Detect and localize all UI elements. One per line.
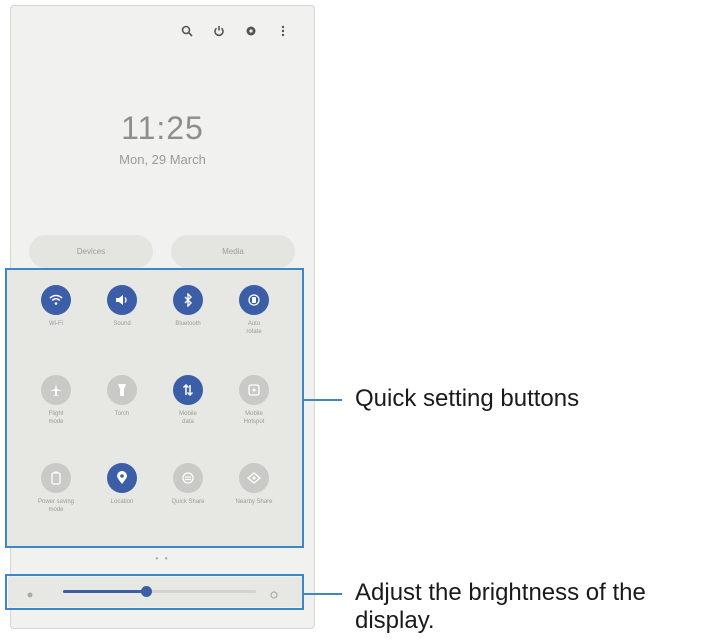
power-saving-icon xyxy=(41,463,71,493)
brightness-callout-line1: Adjust the brightness of the xyxy=(355,579,646,606)
search-icon[interactable] xyxy=(180,24,194,38)
quick-setting-torch[interactable]: Torch xyxy=(92,375,152,418)
mobile-data-icon xyxy=(173,375,203,405)
quick-setting-quick-share[interactable]: Quick Share xyxy=(158,463,218,506)
quick-setting-label: Location xyxy=(110,499,134,505)
torch-icon xyxy=(107,375,137,405)
quick-setting-label: Nearby Share xyxy=(235,499,273,505)
brightness-fill xyxy=(63,590,146,593)
wifi-icon xyxy=(41,285,71,315)
quick-setting-label: Sound xyxy=(113,321,131,327)
flight-mode-icon xyxy=(41,375,71,405)
quick-setting-label: Quick Share xyxy=(171,499,205,505)
quick-setting-auto-rotate[interactable]: Auto rotate xyxy=(224,285,284,336)
quick-setting-wifi[interactable]: Wi-Fi xyxy=(26,285,86,328)
nearby-share-icon xyxy=(239,463,269,493)
mobile-hotspot-icon xyxy=(239,375,269,405)
quick-setting-nearby-share[interactable]: Nearby Share xyxy=(224,463,284,506)
quick-setting-mobile-data[interactable]: Mobile data xyxy=(158,375,218,426)
clock-date: Mon, 29 March xyxy=(119,152,206,167)
clock-time: 11:25 xyxy=(121,110,204,146)
quick-setting-label: Torch xyxy=(114,411,130,417)
brightness-slider[interactable] xyxy=(63,586,256,597)
quick-setting-location[interactable]: Location xyxy=(92,463,152,506)
brightness-high-icon xyxy=(269,587,279,599)
settings-icon[interactable] xyxy=(244,24,258,38)
quick-settings-callout-line xyxy=(304,399,342,401)
brightness-thumb[interactable] xyxy=(140,586,152,597)
media-button[interactable]: Media xyxy=(171,235,295,268)
quick-setting-label: Power saving mode xyxy=(37,499,75,513)
quick-share-icon xyxy=(173,463,203,493)
location-icon xyxy=(107,463,137,493)
more-options-icon[interactable] xyxy=(276,24,290,38)
quick-setting-label: Bluetooth xyxy=(175,321,201,327)
quick-setting-bluetooth[interactable]: Bluetooth xyxy=(158,285,218,328)
brightness-callout-line2: display. xyxy=(355,607,435,634)
quick-setting-power-saving[interactable]: Power saving mode xyxy=(26,463,86,514)
power-icon[interactable] xyxy=(212,24,226,38)
bluetooth-icon xyxy=(173,285,203,315)
quick-setting-label: Mobile Hotspot xyxy=(243,411,265,425)
quick-setting-sound[interactable]: Sound xyxy=(92,285,152,328)
top-toolbar xyxy=(180,24,290,38)
brightness-callout-line xyxy=(304,593,342,595)
brightness-low-icon xyxy=(25,587,35,598)
quick-setting-label: Flight mode xyxy=(48,411,64,425)
page-indicator: ● ● xyxy=(155,556,170,562)
sound-icon xyxy=(107,285,137,315)
quick-setting-flight-mode[interactable]: Flight mode xyxy=(26,375,86,426)
quick-setting-mobile-hotspot[interactable]: Mobile Hotspot xyxy=(224,375,284,426)
quick-settings-callout: Quick setting buttons xyxy=(355,385,580,412)
quick-setting-label: Mobile data xyxy=(179,411,197,425)
quick-setting-label: Auto rotate xyxy=(246,321,262,335)
quick-setting-label: Wi-Fi xyxy=(49,321,63,327)
devices-button[interactable]: Devices xyxy=(29,235,153,268)
auto-rotate-icon xyxy=(239,285,269,315)
